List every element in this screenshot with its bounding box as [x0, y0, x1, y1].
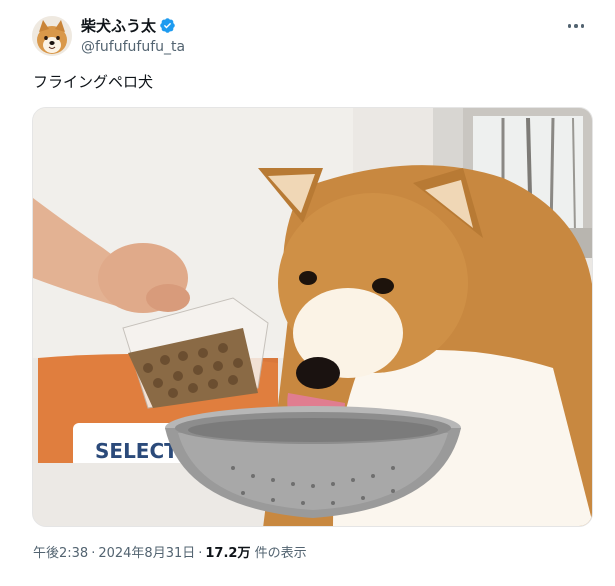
- bag-label: SELECT: [95, 439, 178, 463]
- avatar[interactable]: [32, 16, 72, 56]
- more-options-icon: [567, 24, 572, 28]
- tweet-date[interactable]: 2024年8月31日: [98, 546, 195, 561]
- more-options-icon-dot: [574, 24, 578, 28]
- name-row: 柴犬ふう太: [81, 16, 185, 36]
- more-options-button[interactable]: [559, 16, 593, 36]
- tweet-photo[interactable]: SELECT: [32, 107, 593, 527]
- tweet-meta: 午後2:38 · 2024年8月31日 · 17.2万 件の表示: [33, 545, 307, 563]
- views-count: 17.2万: [205, 546, 251, 561]
- verified-badge-icon: [159, 17, 176, 34]
- more-options-icon-dot: [580, 24, 585, 28]
- views-label: 件の表示: [254, 546, 307, 561]
- meta-separator: ·: [91, 546, 96, 561]
- tweet-text: フライングペロ犬: [33, 73, 154, 91]
- meta-separator-2: ·: [198, 546, 203, 561]
- display-name[interactable]: 柴犬ふう太: [81, 16, 156, 36]
- user-handle[interactable]: @fufufufufu_ta: [81, 38, 185, 57]
- tweet-time[interactable]: 午後2:38: [33, 546, 88, 561]
- tweet-card: 柴犬ふう太 @fufufufufu_ta フライングペロ犬 SELECT 午後2…: [0, 0, 615, 586]
- author-block: 柴犬ふう太 @fufufufufu_ta: [81, 16, 185, 57]
- tweet-header: 柴犬ふう太 @fufufufufu_ta: [32, 14, 185, 58]
